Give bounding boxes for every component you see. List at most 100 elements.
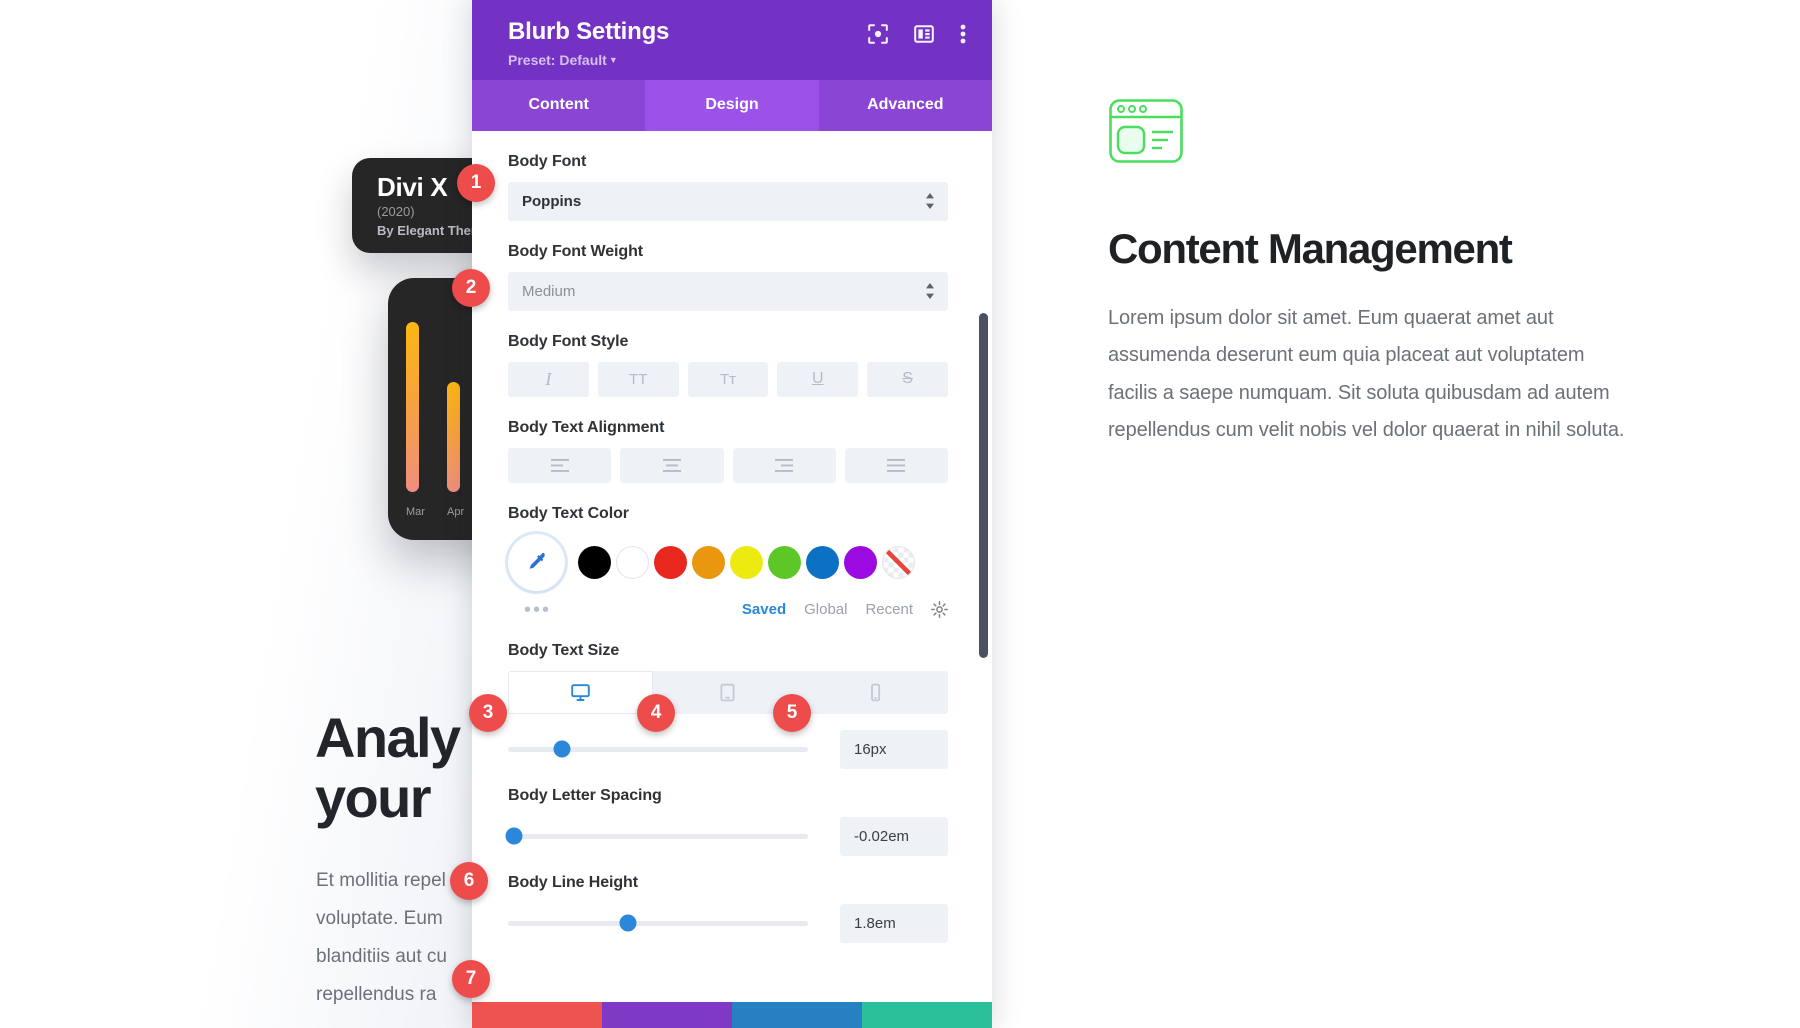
- body-letter-spacing-value[interactable]: -0.02em: [840, 816, 948, 856]
- modal-scrollbar[interactable]: [979, 312, 988, 658]
- small-caps-icon[interactable]: Tᴛ: [687, 361, 769, 397]
- modal-footer-action-bar: [472, 1002, 992, 1028]
- field-body-letter-spacing: Body Letter Spacing -0.02em: [505, 786, 948, 856]
- phone-icon[interactable]: [802, 670, 948, 714]
- tab-content[interactable]: Content: [472, 80, 645, 131]
- field-label: Body Text Size: [508, 641, 620, 659]
- field-label: Body Font Weight: [508, 242, 643, 260]
- footer-undo-button[interactable]: [602, 1002, 732, 1028]
- preset-selector[interactable]: Preset: Default ▼: [508, 52, 669, 68]
- field-label: Body Text Alignment: [508, 418, 665, 436]
- body-line-height-slider[interactable]: [508, 914, 808, 932]
- modal-title: Blurb Settings: [508, 18, 670, 45]
- chart-x-label: Mar: [406, 506, 425, 518]
- body-letter-spacing-slider-row: -0.02em: [505, 816, 948, 856]
- swatch-blue[interactable]: [806, 545, 839, 579]
- gear-icon[interactable]: [931, 601, 948, 619]
- body-font-weight-select[interactable]: Medium: [508, 271, 948, 311]
- field-body-text-size: Body Text Size 16px: [508, 642, 948, 769]
- footer-save-button[interactable]: [862, 1002, 992, 1028]
- body-line-height-slider-row: 1.8em: [508, 903, 948, 943]
- preset-label: Preset: Default: [508, 51, 607, 68]
- layout-columns-icon[interactable]: [914, 24, 934, 44]
- swatch-black[interactable]: [578, 545, 611, 579]
- more-colors-icon[interactable]: •••: [508, 600, 551, 620]
- blurb-title: Content Management: [1108, 225, 1513, 272]
- body-line-height-value[interactable]: 1.8em: [840, 903, 948, 943]
- field-label: Body Text Color: [508, 504, 629, 522]
- modal-header: Blurb Settings Preset: Default ▼: [472, 0, 992, 80]
- slider-knob[interactable]: [505, 827, 523, 845]
- footer-redo-button[interactable]: [732, 1002, 862, 1028]
- uppercase-icon[interactable]: TT: [597, 361, 679, 397]
- chart-bar: [406, 322, 419, 492]
- field-label: Body Font: [508, 152, 587, 170]
- browser-window-icon: [1108, 98, 1184, 164]
- device-tab-row: [508, 670, 948, 714]
- field-body-text-color: Body Text Color ••• Saved Global Recent: [508, 505, 948, 620]
- annotation-badge-7: 7: [452, 960, 490, 998]
- align-justify-icon[interactable]: [844, 447, 948, 483]
- field-label: Body Font Style: [508, 332, 629, 350]
- body-font-select[interactable]: Poppins: [508, 181, 948, 221]
- more-vertical-icon[interactable]: [960, 24, 966, 44]
- align-left-icon[interactable]: [508, 447, 612, 483]
- body-font-weight-value: Medium: [522, 282, 576, 300]
- tab-advanced[interactable]: Advanced: [819, 80, 992, 131]
- desktop-icon[interactable]: [508, 670, 654, 714]
- blurb-body-text: Lorem ipsum dolor sit amet. Eum quaerat …: [1108, 307, 1625, 441]
- strikethrough-icon[interactable]: S: [867, 361, 948, 397]
- annotation-badge-6: 6: [450, 862, 488, 900]
- footer-discard-button[interactable]: [472, 1002, 602, 1028]
- annotation-badge-1: 1: [457, 164, 495, 202]
- align-right-icon[interactable]: [732, 447, 836, 483]
- field-body-font-weight: Body Font Weight Medium: [508, 243, 948, 311]
- body-letter-spacing-slider[interactable]: [505, 827, 808, 845]
- font-style-button-row: I TT Tᴛ U S: [508, 361, 948, 397]
- annotation-badge-4: 4: [637, 694, 675, 732]
- body-text-size-slider[interactable]: [508, 740, 808, 758]
- field-body-line-height: Body Line Height 1.8em: [508, 874, 948, 943]
- body-text-size-value[interactable]: 16px: [840, 729, 948, 769]
- annotation-badge-5: 5: [773, 694, 811, 732]
- field-body-font-style: Body Font Style I TT Tᴛ U S: [508, 333, 948, 397]
- annotation-badge-3: 3: [469, 694, 507, 732]
- chart-bar: [447, 382, 460, 492]
- align-center-icon[interactable]: [620, 447, 724, 483]
- underline-icon[interactable]: U: [777, 361, 859, 397]
- field-body-font: Body Font Poppins: [508, 153, 948, 221]
- field-label: Body Line Height: [508, 873, 638, 891]
- swatch-yellow[interactable]: [730, 545, 763, 579]
- color-tab-global[interactable]: Global: [804, 601, 847, 618]
- field-label: Body Letter Spacing: [508, 786, 662, 804]
- swatch-orange[interactable]: [692, 545, 725, 579]
- swatch-none[interactable]: [882, 545, 915, 579]
- slider-knob[interactable]: [553, 740, 571, 758]
- swatch-purple[interactable]: [844, 545, 877, 579]
- updown-arrows-icon: [925, 282, 935, 300]
- modal-tab-bar: Content Design Advanced: [472, 79, 992, 131]
- swatch-white[interactable]: [616, 545, 649, 579]
- color-picker-footer: ••• Saved Global Recent: [508, 600, 948, 620]
- color-tab-recent[interactable]: Recent: [865, 601, 913, 618]
- tab-design[interactable]: Design: [645, 79, 819, 131]
- slider-knob[interactable]: [619, 914, 637, 932]
- color-tab-saved[interactable]: Saved: [742, 601, 786, 618]
- swatch-red[interactable]: [654, 545, 687, 579]
- body-font-value: Poppins: [522, 192, 582, 210]
- annotation-badge-2: 2: [452, 269, 490, 307]
- italic-icon[interactable]: I: [508, 361, 589, 397]
- swatch-green[interactable]: [768, 545, 801, 579]
- eyedropper-icon[interactable]: [508, 533, 565, 591]
- blurb-module: Content Management Lorem ipsum dolor sit…: [1108, 98, 1628, 449]
- chevron-down-icon: ▼: [608, 54, 618, 65]
- modal-scroll-area: Body Font Poppins Body Font Weight Mediu…: [472, 130, 992, 1028]
- text-alignment-button-row: [508, 447, 948, 483]
- chart-x-label: Apr: [447, 506, 465, 518]
- blurb-settings-modal: Blurb Settings Preset: Default ▼ Content…: [472, 0, 992, 1028]
- focus-target-icon[interactable]: [868, 24, 888, 44]
- updown-arrows-icon: [925, 192, 935, 210]
- color-swatch-row: [508, 533, 948, 591]
- body-text-size-slider-row: 16px: [508, 729, 948, 769]
- field-body-text-alignment: Body Text Alignment: [508, 419, 948, 483]
